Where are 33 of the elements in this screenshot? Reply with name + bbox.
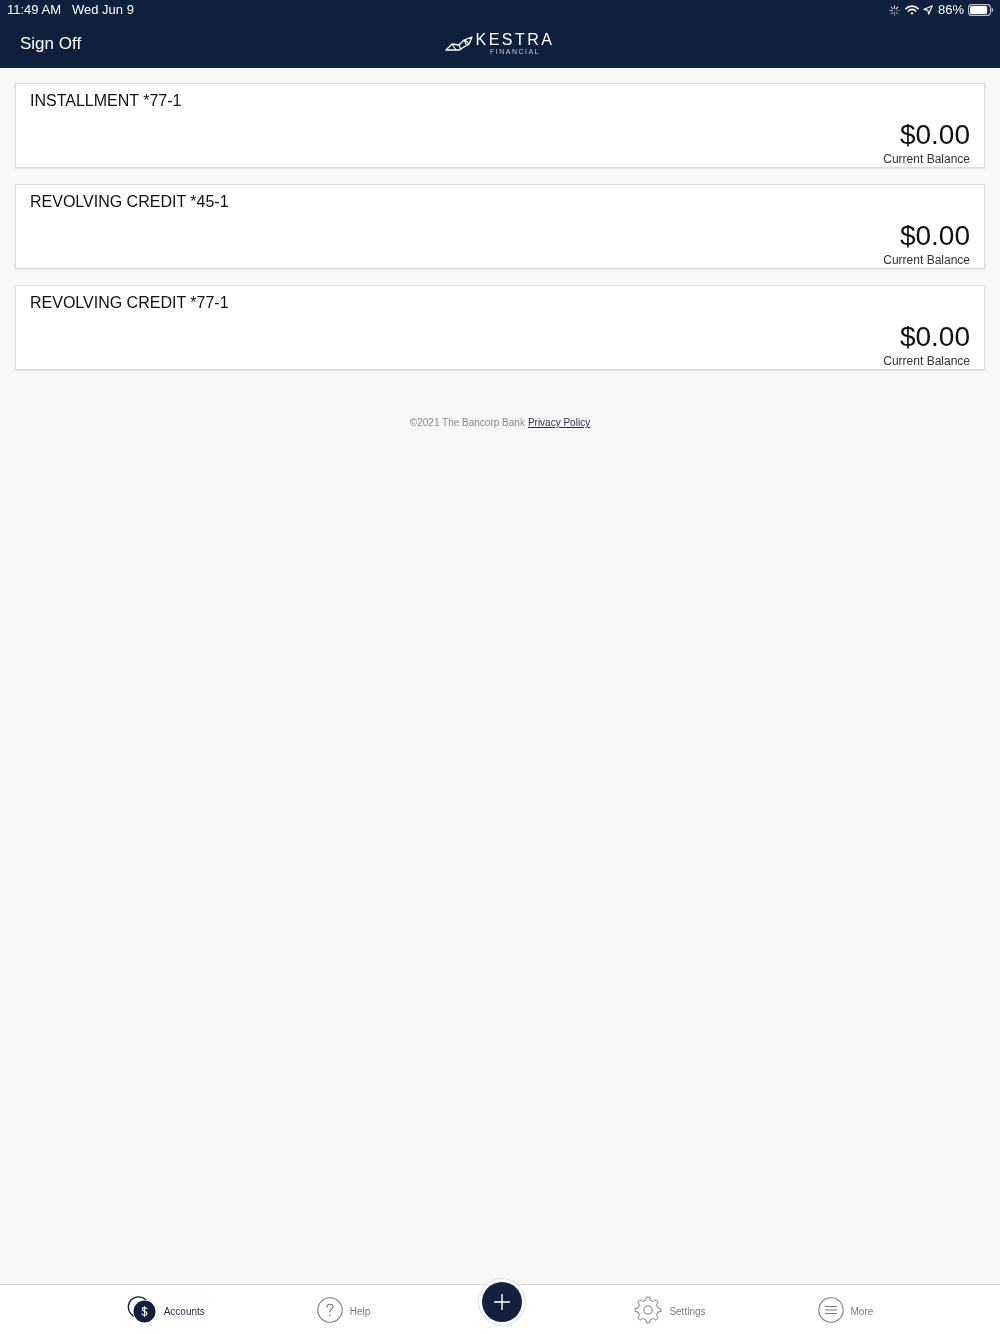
- wifi-icon: [904, 5, 919, 15]
- plus-icon: [494, 1294, 511, 1310]
- tab-button[interactable]: Settings: [634, 1295, 706, 1324]
- account-card[interactable]: REVOLVING CREDIT *77-1 $0.00 Current Balance: [15, 285, 985, 370]
- status-time: 11:49 AM: [7, 1, 61, 20]
- balance-label: Current Balance: [883, 253, 970, 267]
- balance-label: Current Balance: [883, 354, 970, 368]
- account-name: REVOLVING CREDIT *77-1: [30, 294, 229, 312]
- tab-button[interactable]: More: [817, 1296, 874, 1323]
- battery-percentage: 86%: [937, 1, 964, 20]
- tab-button[interactable]: Accounts: [126, 1295, 205, 1324]
- dollar-coins-icon: [126, 1295, 157, 1324]
- account-name: REVOLVING CREDIT *45-1: [30, 193, 229, 211]
- account-card[interactable]: REVOLVING CREDIT *45-1 $0.00 Current Balance: [15, 184, 985, 269]
- balance-amount: $0.00: [899, 221, 970, 251]
- balance-amount: $0.00: [899, 120, 970, 150]
- tab-button[interactable]: Help: [316, 1296, 371, 1323]
- bird-icon: [445, 36, 474, 51]
- battery-icon: [968, 4, 993, 16]
- logo-wordmark: KESTRA: [475, 32, 555, 48]
- status-date: Wed Jun 9: [71, 1, 134, 20]
- help-icon: [316, 1296, 343, 1323]
- settings-icon: [634, 1295, 663, 1324]
- copyright-text: ©2021 The Bancorp Bank: [409, 416, 525, 430]
- balance-label: Current Balance: [883, 152, 970, 166]
- privacy-policy-link[interactable]: Privacy Policy: [527, 415, 591, 430]
- account-card[interactable]: INSTALLMENT *77-1 $0.00 Current Balance: [15, 83, 985, 168]
- activity-spinner-icon: [888, 4, 900, 16]
- account-name: INSTALLMENT *77-1: [30, 92, 182, 110]
- location-arrow-icon: [922, 5, 933, 15]
- menu-icon: [817, 1296, 844, 1323]
- balance-amount: $0.00: [899, 322, 970, 352]
- sign-off-button[interactable]: Sign Off: [20, 31, 82, 57]
